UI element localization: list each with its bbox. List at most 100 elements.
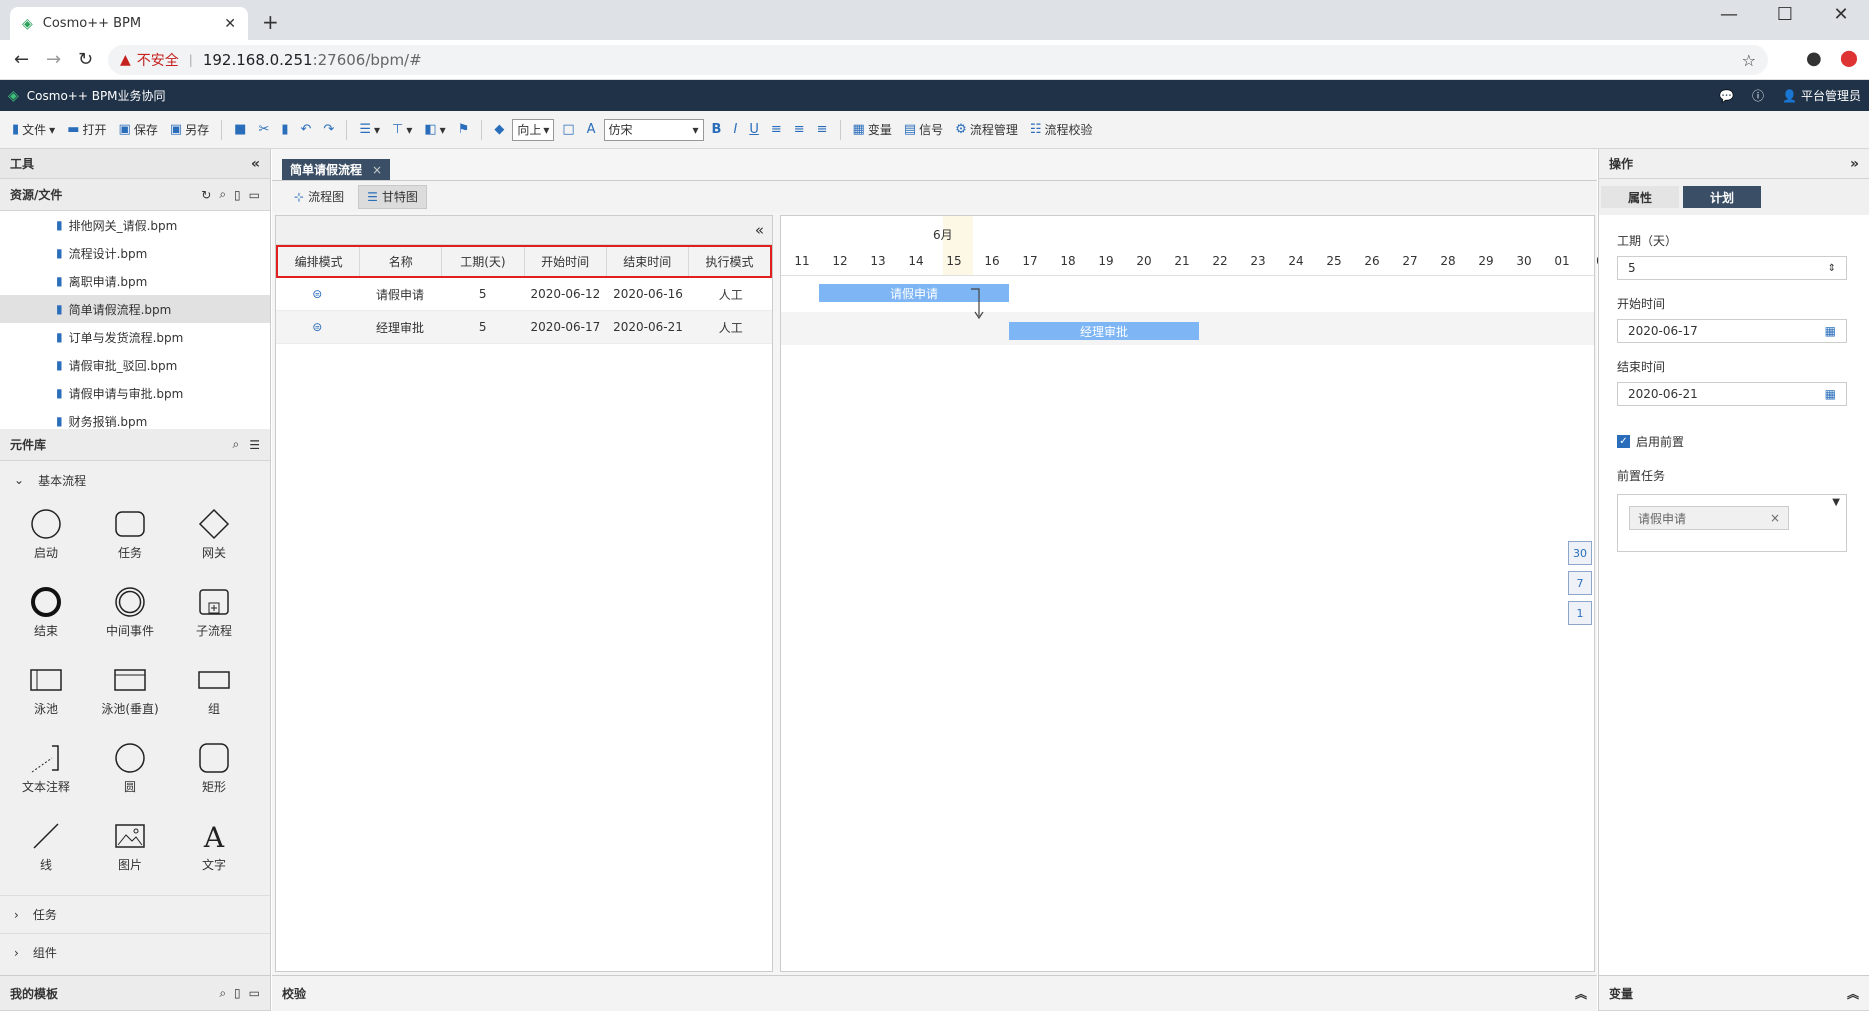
collapse-left-icon[interactable]: « (251, 156, 260, 172)
end-date-input[interactable]: 2020-06-21 ▦ (1617, 382, 1847, 406)
fill-button[interactable]: ◆ (490, 120, 508, 139)
component-item[interactable]: 线 (4, 811, 88, 881)
file-item[interactable]: ▮ 离职申请.bpm (0, 267, 270, 295)
align-right-button[interactable]: ≡ (813, 120, 832, 139)
align-button[interactable]: ☰ ▾ (355, 120, 384, 139)
search-icon[interactable]: ⌕ (219, 187, 226, 202)
view-day-icon[interactable]: 1 (1568, 601, 1592, 625)
column-header[interactable]: 结束时间 (607, 247, 689, 276)
close-tab-icon[interactable]: ✕ (224, 16, 236, 32)
file-item[interactable]: ▮ 排他网关_请假.bpm (0, 211, 270, 239)
new-tab-icon[interactable]: + (262, 10, 279, 34)
file-item[interactable]: ▮ 流程设计.bpm (0, 239, 270, 267)
save-as-button[interactable]: ▣ 另存 (166, 119, 213, 140)
extension-icon[interactable]: ⬤ (1840, 48, 1858, 67)
calendar-icon[interactable]: ▦ (1825, 324, 1836, 338)
component-item[interactable]: 泳池(垂直) (88, 655, 172, 725)
info-icon[interactable]: ⓘ (1752, 87, 1764, 104)
view-week-icon[interactable]: 7 (1568, 571, 1592, 595)
valign-button[interactable]: ⊤ ▾ (388, 120, 416, 139)
component-item[interactable]: 网关 (172, 499, 256, 569)
align-center-button[interactable]: ≡ (790, 120, 809, 139)
library-search-icon[interactable]: ⌕ (233, 437, 240, 452)
document-tab[interactable]: 简单请假流程 × (282, 159, 391, 180)
forward-icon[interactable]: → (46, 49, 61, 70)
component-item[interactable]: 文本注释 (4, 733, 88, 803)
dropdown-arrow-icon[interactable]: ▼ (1832, 497, 1840, 508)
direction-select[interactable]: 向上 ▾ (512, 118, 555, 141)
component-item[interactable]: 子流程 (172, 577, 256, 647)
user-menu[interactable]: 👤 平台管理员 (1782, 87, 1861, 104)
start-date-input[interactable]: 2020-06-17 ▦ (1617, 319, 1847, 343)
cut-button[interactable]: ✂ (254, 120, 273, 139)
tab-properties[interactable]: 属性 (1601, 186, 1679, 208)
browser-tab[interactable]: ◈ Cosmo++ BPM ✕ (10, 7, 248, 40)
open-button[interactable]: ▬ 打开 (63, 119, 110, 140)
auto-schedule-icon[interactable]: ⊜ (312, 320, 322, 334)
gantt-bar[interactable]: 经理审批 (1009, 322, 1199, 340)
italic-button[interactable]: I (729, 120, 741, 139)
view-month-icon[interactable]: 30 (1568, 541, 1592, 565)
signal-button[interactable]: ▤ 信号 (900, 119, 947, 140)
component-item[interactable]: 矩形 (172, 733, 256, 803)
maximize-icon[interactable]: ☐ (1757, 4, 1813, 25)
tab-gantt[interactable]: ☰ 甘特图 (358, 184, 427, 209)
component-item[interactable]: 泳池 (4, 655, 88, 725)
category-component[interactable]: › 组件 (0, 933, 270, 971)
save-button[interactable]: ▣ 保存 (115, 119, 162, 140)
stepper-icon[interactable]: ⇕ (1828, 263, 1836, 274)
component-item[interactable]: 组 (172, 655, 256, 725)
column-header[interactable]: 名称 (360, 247, 443, 276)
layer-button[interactable]: ◧ ▾ (420, 120, 449, 139)
align-left-button[interactable]: ≡ (767, 120, 786, 139)
delete-button[interactable]: ■ (230, 120, 250, 139)
refresh-icon[interactable]: ↻ (201, 188, 211, 202)
collapse-grid-icon[interactable]: « (755, 221, 764, 239)
column-header[interactable]: 执行模式 (689, 247, 770, 276)
back-icon[interactable]: ← (14, 49, 29, 70)
new-file-icon[interactable]: ▯ (234, 188, 241, 202)
component-item[interactable]: 结束 (4, 577, 88, 647)
bookmark-star-icon[interactable]: ☆ (1742, 51, 1756, 70)
close-doc-icon[interactable]: × (372, 163, 382, 177)
underline-button[interactable]: U (745, 120, 763, 139)
bold-button[interactable]: B (708, 120, 726, 139)
minimize-icon[interactable]: — (1701, 4, 1757, 25)
copy-button[interactable]: ▮ (277, 120, 292, 139)
column-header[interactable]: 开始时间 (525, 247, 607, 276)
window-close-icon[interactable]: ✕ (1813, 4, 1869, 25)
template-search-icon[interactable]: ⌕ (219, 986, 226, 1001)
category-basic-flow[interactable]: ⌄ 基本流程 (0, 461, 270, 499)
redo-button[interactable]: ↷ (319, 120, 338, 139)
component-item[interactable]: 中间事件 (88, 577, 172, 647)
url-box[interactable]: ▲ 不安全 | 192.168.0.251 :27606/bpm/# ☆ (108, 45, 1768, 75)
column-header[interactable]: 工期(天) (442, 247, 525, 276)
calendar-icon[interactable]: ▦ (1825, 387, 1836, 401)
file-item[interactable]: ▮ 财务报销.bpm (0, 407, 270, 429)
file-item[interactable]: ▮ 请假审批_驳回.bpm (0, 351, 270, 379)
undo-button[interactable]: ↶ (297, 120, 316, 139)
font-select[interactable]: 仿宋 ▾ (603, 118, 704, 141)
expand-up-icon[interactable]: ︽ (1575, 985, 1587, 1002)
component-item[interactable]: A 文字 (172, 811, 256, 881)
column-header[interactable]: 编排模式 (278, 247, 361, 276)
file-item[interactable]: ▮ 简单请假流程.bpm (0, 295, 270, 323)
chat-icon[interactable]: 💬 (1719, 89, 1734, 103)
expand-up-icon[interactable]: ︽ (1847, 985, 1859, 1002)
border-button[interactable]: □ (558, 120, 578, 139)
flag-button[interactable]: ⚑ (454, 120, 474, 139)
category-task[interactable]: › 任务 (0, 895, 270, 933)
tab-flowchart[interactable]: ⊹ 流程图 (286, 185, 352, 209)
new-folder-icon[interactable]: ▭ (249, 188, 260, 202)
auto-schedule-icon[interactable]: ⊜ (312, 287, 322, 301)
library-menu-icon[interactable]: ☰ (249, 438, 260, 452)
tab-plan[interactable]: 计划 (1683, 186, 1761, 208)
chip-remove-icon[interactable]: × (1770, 511, 1780, 525)
reload-icon[interactable]: ↻ (78, 49, 93, 70)
component-item[interactable]: 图片 (88, 811, 172, 881)
file-item[interactable]: ▮ 请假申请与审批.bpm (0, 379, 270, 407)
component-item[interactable]: 启动 (4, 499, 88, 569)
process-manage-button[interactable]: ⚙ 流程管理 (951, 119, 1022, 140)
template-new-icon[interactable]: ▯ (234, 986, 241, 1000)
template-folder-icon[interactable]: ▭ (249, 986, 260, 1000)
